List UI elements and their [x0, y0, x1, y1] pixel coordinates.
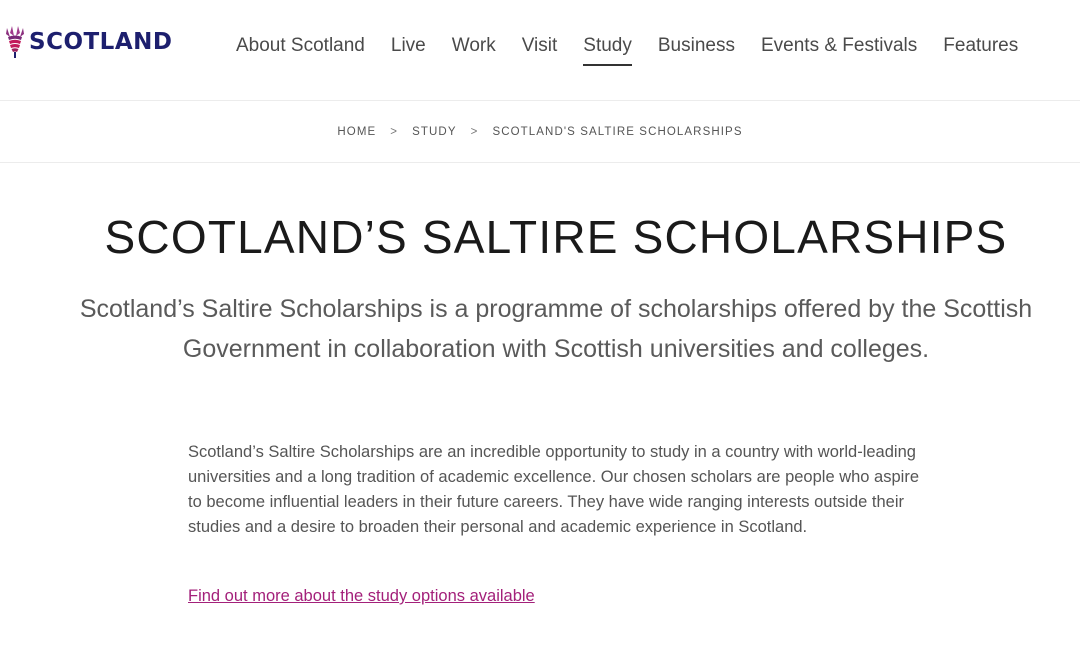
study-options-link[interactable]: Find out more about the study options av…: [188, 585, 535, 607]
logo-wordmark: SCOTLAND: [29, 29, 173, 55]
nav-visit[interactable]: Visit: [522, 34, 558, 66]
lead-paragraph: Scotland’s Saltire Scholarships is a pro…: [79, 295, 1033, 363]
page-title: SCOTLAND’S SALTIRE SCHOLARSHIPS: [104, 211, 1008, 263]
nav-live[interactable]: Live: [391, 34, 426, 66]
main-nav: About Scotland Live Work Visit Study Bus…: [236, 34, 1018, 66]
site-logo[interactable]: SCOTLAND: [4, 24, 172, 60]
breadcrumb-study[interactable]: STUDY: [412, 126, 456, 138]
breadcrumb-current: SCOTLAND'S SALTIRE SCHOLARSHIPS: [492, 125, 743, 138]
nav-about-scotland[interactable]: About Scotland: [236, 34, 365, 66]
nav-work[interactable]: Work: [452, 34, 496, 66]
body-paragraph: Scotland’s Saltire Scholarships are an i…: [188, 443, 919, 536]
nav-study[interactable]: Study: [583, 34, 632, 66]
thistle-icon: [6, 26, 24, 58]
breadcrumb: HOME > STUDY > SCOTLAND'S SALTIRE SCHOLA…: [0, 101, 1080, 163]
breadcrumb-separator: >: [390, 125, 399, 138]
nav-events-festivals[interactable]: Events & Festivals: [761, 34, 917, 66]
site-header: SCOTLAND About Scotland Live Work Visit …: [0, 0, 1080, 101]
breadcrumb-separator: >: [470, 125, 479, 138]
breadcrumb-home[interactable]: HOME: [337, 126, 376, 138]
nav-business[interactable]: Business: [658, 34, 735, 66]
nav-features[interactable]: Features: [943, 34, 1018, 66]
